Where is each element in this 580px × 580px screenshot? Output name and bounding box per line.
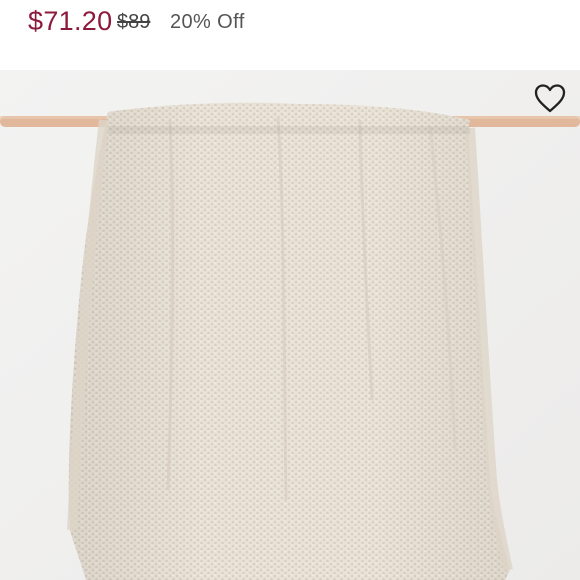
discount-label: 20% Off: [170, 11, 245, 33]
original-price: $89: [117, 11, 151, 33]
current-price: $71.20: [28, 6, 113, 36]
price-row: $71.20 $89 20% Off: [0, 0, 580, 64]
product-photo[interactable]: [0, 70, 580, 580]
heart-outline-icon: [534, 84, 566, 113]
favorite-button[interactable]: [532, 80, 568, 116]
knit-throw-blanket-image: [0, 70, 580, 580]
